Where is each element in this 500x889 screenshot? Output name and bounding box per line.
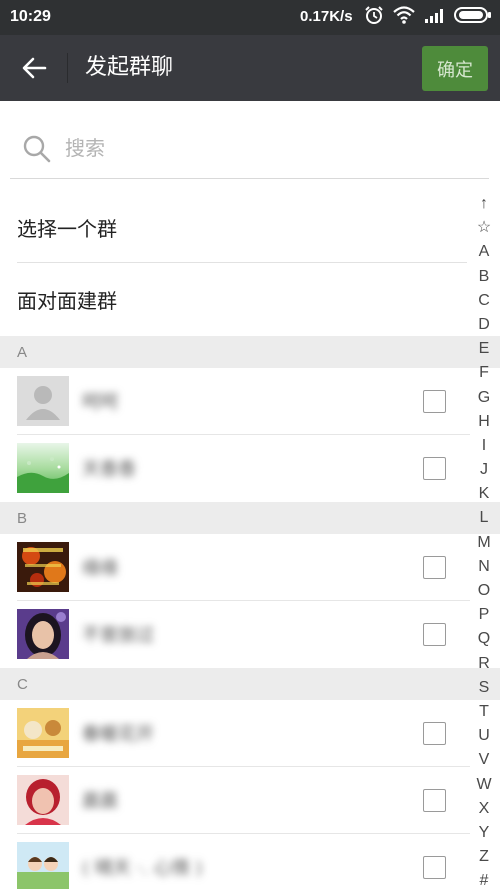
select-group-label: 选择一个群 — [17, 216, 117, 241]
section-header-a: A — [0, 336, 500, 368]
index-letter[interactable]: ↑ — [480, 192, 488, 216]
contact-checkbox[interactable] — [423, 390, 446, 413]
contact-checkbox[interactable] — [423, 623, 446, 646]
page-title: 发起群聊 — [85, 55, 174, 80]
index-letter[interactable]: ☆ — [477, 216, 491, 240]
contact-name: 天香香 — [82, 459, 136, 480]
signal-icon — [424, 6, 446, 28]
contact-row[interactable]: 春暖花开 — [0, 700, 470, 766]
search-icon — [22, 134, 52, 168]
contact-row[interactable]: 天香香 — [0, 435, 470, 501]
back-button[interactable] — [14, 49, 54, 87]
index-letter[interactable]: C — [478, 289, 490, 313]
index-letter[interactable]: A — [479, 240, 490, 264]
face-to-face-group-label: 面对面建群 — [17, 288, 117, 313]
contact-name: ( 晴天 ·. 心情 ) — [82, 858, 203, 879]
default-avatar — [17, 376, 69, 426]
index-letter[interactable]: Y — [479, 821, 490, 845]
select-group-item[interactable]: 选择一个群 — [17, 191, 467, 263]
index-letter[interactable]: E — [479, 337, 490, 361]
cartoon-kids-avatar — [17, 842, 69, 889]
status-icons — [364, 6, 492, 28]
status-time: 10:29 — [10, 8, 51, 25]
index-letter[interactable]: R — [478, 652, 490, 676]
index-letter[interactable]: W — [476, 773, 491, 797]
contact-row[interactable]: ( 晴天 ·. 心情 ) — [0, 834, 470, 889]
contact-checkbox[interactable] — [423, 556, 446, 579]
contact-checkbox[interactable] — [423, 856, 446, 879]
title-bar: 发起群聊 确定 — [0, 35, 500, 101]
contact-checkbox[interactable] — [423, 457, 446, 480]
wifi-icon — [392, 5, 416, 29]
woman-portrait-avatar — [17, 609, 69, 659]
index-letter[interactable]: P — [479, 603, 490, 627]
index-letter[interactable]: # — [480, 869, 489, 889]
contact-name: 缘缘 — [82, 558, 118, 579]
face-to-face-group-item[interactable]: 面对面建群 — [17, 263, 467, 335]
contact-checkbox[interactable] — [423, 789, 446, 812]
index-letter[interactable]: T — [479, 700, 489, 724]
contact-checkbox[interactable] — [423, 722, 446, 745]
section-header-b: B — [0, 502, 500, 534]
index-letter[interactable]: F — [479, 361, 489, 385]
contact-row[interactable]: 缘缘 — [0, 534, 470, 600]
flower-text-avatar — [17, 542, 69, 592]
alphabet-index-bar[interactable]: ↑ ☆ A B C D E F G H I J K L M N O P Q R S T U V W X Y Z # — [472, 192, 496, 889]
index-letter[interactable]: Q — [478, 627, 490, 651]
contact-row[interactable]: 晨晨 — [0, 767, 470, 833]
index-letter[interactable]: D — [478, 313, 490, 337]
woman-red-hair-avatar — [17, 775, 69, 825]
index-letter[interactable]: J — [480, 458, 488, 482]
index-letter[interactable]: H — [478, 410, 490, 434]
confirm-button[interactable]: 确定 — [422, 46, 488, 91]
index-letter[interactable]: U — [478, 724, 490, 748]
header-divider — [67, 53, 68, 83]
section-header-c: C — [0, 668, 500, 700]
index-letter[interactable]: G — [478, 386, 490, 410]
index-letter[interactable]: K — [479, 482, 490, 506]
index-letter[interactable]: M — [477, 531, 490, 555]
network-speed: 0.17K/s — [300, 8, 353, 25]
index-letter[interactable]: I — [482, 434, 486, 458]
index-letter[interactable]: X — [479, 797, 490, 821]
index-letter[interactable]: N — [478, 555, 490, 579]
contact-row[interactable]: 呵呵 — [0, 368, 470, 434]
cartoon-avatar — [17, 708, 69, 758]
contact-name: 不曾放过 — [82, 625, 154, 646]
index-letter[interactable]: S — [479, 676, 490, 700]
index-letter[interactable]: V — [479, 748, 490, 772]
contact-name: 呵呵 — [82, 392, 118, 413]
index-letter[interactable]: L — [480, 506, 489, 530]
search-input[interactable] — [65, 131, 445, 165]
alarm-icon — [364, 5, 384, 29]
index-letter[interactable]: O — [478, 579, 490, 603]
contact-name: 春暖花开 — [82, 724, 154, 745]
green-landscape-avatar — [17, 443, 69, 493]
index-letter[interactable]: B — [479, 265, 490, 289]
battery-icon — [454, 5, 492, 29]
index-letter[interactable]: Z — [479, 845, 489, 869]
back-arrow-icon — [22, 57, 47, 79]
status-bar: 10:29 0.17K/s — [0, 0, 500, 35]
contact-name: 晨晨 — [82, 791, 118, 812]
contact-row[interactable]: 不曾放过 — [0, 601, 470, 667]
search-bar — [10, 115, 489, 179]
